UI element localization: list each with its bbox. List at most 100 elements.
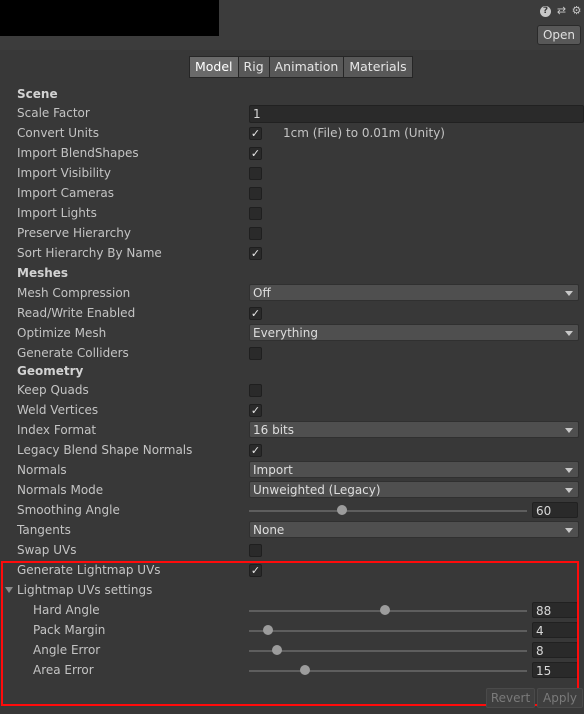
row-tangents: Tangents None (0, 521, 584, 541)
field-label: Sort Hierarchy By Name (17, 246, 162, 260)
smoothing-angle-input[interactable]: 60 (532, 502, 578, 518)
row-mesh-compression: Mesh Compression Off (0, 284, 584, 304)
revert-button[interactable]: Revert (486, 688, 535, 708)
pack-margin-slider-track[interactable] (249, 630, 527, 632)
mesh-compression-dropdown[interactable]: Off (249, 284, 579, 301)
sort-hierarchy-checkbox[interactable]: ✓ (249, 247, 262, 260)
scale-factor-input[interactable]: 1 (249, 105, 584, 123)
chevron-down-icon (565, 468, 573, 473)
row-keep-quads: Keep Quads (0, 381, 584, 401)
field-label: Optimize Mesh (17, 326, 107, 340)
hard-angle-input[interactable]: 88 (532, 602, 578, 618)
apply-button[interactable]: Apply (537, 688, 583, 708)
preset-icon[interactable]: ⇄ (555, 4, 568, 17)
row-generate-lightmap-uvs: Generate Lightmap UVs ✓ (0, 561, 584, 581)
field-label: Weld Vertices (17, 403, 99, 417)
row-area-error: Area Error 15 (0, 661, 584, 681)
index-format-dropdown[interactable]: 16 bits (249, 421, 579, 438)
tab-animation[interactable]: Animation (268, 56, 344, 78)
row-import-blendshapes: Import BlendShapes ✓ (0, 144, 584, 164)
chevron-down-icon (565, 291, 573, 296)
generate-lightmap-checkbox[interactable]: ✓ (249, 564, 262, 577)
row-weld-vertices: Weld Vertices ✓ (0, 401, 584, 421)
gear-icon[interactable]: ⚙ (570, 4, 583, 17)
section-title: Meshes (17, 266, 69, 280)
area-error-slider-handle[interactable] (299, 665, 310, 675)
area-error-slider-track[interactable] (249, 670, 527, 672)
row-normals: Normals Import (0, 461, 584, 481)
keep-quads-checkbox[interactable] (249, 384, 262, 397)
import-cameras-checkbox[interactable] (249, 187, 262, 200)
section-title: Geometry (17, 364, 84, 378)
field-label: Generate Lightmap UVs (17, 563, 161, 577)
field-label: Legacy Blend Shape Normals (17, 443, 193, 457)
field-label: Index Format (17, 423, 97, 437)
row-angle-error: Angle Error 8 (0, 641, 584, 661)
row-sort-hierarchy: Sort Hierarchy By Name ✓ (0, 244, 584, 264)
row-normals-mode: Normals Mode Unweighted (Legacy) (0, 481, 584, 501)
hard-angle-slider-handle[interactable] (379, 605, 390, 615)
lightmap-settings-foldout[interactable]: Lightmap UVs settings (0, 581, 584, 601)
pack-margin-input[interactable]: 4 (532, 622, 578, 638)
tab-model[interactable]: Model (189, 56, 238, 78)
row-import-visibility: Import Visibility (0, 164, 584, 184)
read-write-checkbox[interactable]: ✓ (249, 307, 262, 320)
open-button[interactable]: Open (537, 25, 581, 45)
legacy-blend-checkbox[interactable]: ✓ (249, 444, 262, 457)
chevron-down-icon (565, 428, 573, 433)
row-scale-factor: Scale Factor 1 (0, 104, 584, 124)
angle-error-input[interactable]: 8 (532, 642, 578, 658)
preserve-hierarchy-checkbox[interactable] (249, 227, 262, 240)
field-label: Normals (17, 463, 67, 477)
area-error-input[interactable]: 15 (532, 662, 578, 678)
row-pack-margin: Pack Margin 4 (0, 621, 584, 641)
field-label: Pack Margin (33, 623, 106, 637)
help-icon[interactable]: ? (539, 3, 552, 17)
angle-error-slider-track[interactable] (249, 650, 527, 652)
field-label: Convert Units (17, 126, 99, 140)
inspector-header: ? ⇄ ⚙ Open (0, 0, 584, 50)
section-meshes: Meshes (0, 264, 584, 284)
section-title: Scene (17, 87, 58, 101)
field-label: Area Error (33, 663, 94, 677)
convert-units-checkbox[interactable]: ✓ (249, 127, 262, 140)
field-label: Swap UVs (17, 543, 77, 557)
import-lights-checkbox[interactable] (249, 207, 262, 220)
generate-colliders-checkbox[interactable] (249, 347, 262, 360)
tab-materials[interactable]: Materials (343, 56, 413, 78)
convert-units-note: 1cm (File) to 0.01m (Unity) (283, 126, 445, 140)
row-preserve-hierarchy: Preserve Hierarchy (0, 224, 584, 244)
field-label: Normals Mode (17, 483, 104, 497)
field-label: Read/Write Enabled (17, 306, 136, 320)
field-label: Preserve Hierarchy (17, 226, 131, 240)
field-label: Angle Error (33, 643, 101, 657)
normals-dropdown[interactable]: Import (249, 461, 579, 478)
field-label: Import Lights (17, 206, 97, 220)
row-read-write: Read/Write Enabled ✓ (0, 304, 584, 324)
tangents-dropdown[interactable]: None (249, 521, 579, 538)
section-geometry: Geometry (0, 362, 584, 382)
smoothing-angle-slider-handle[interactable] (336, 505, 347, 515)
field-label: Import BlendShapes (17, 146, 139, 160)
field-label: Tangents (17, 523, 71, 537)
foldout-label: Lightmap UVs settings (17, 583, 153, 597)
field-label: Scale Factor (17, 106, 90, 120)
field-label: Import Cameras (17, 186, 114, 200)
importer-tabs: Model Rig Animation Materials (189, 56, 413, 78)
smoothing-angle-slider-track[interactable] (249, 510, 527, 512)
row-import-cameras: Import Cameras (0, 184, 584, 204)
row-import-lights: Import Lights (0, 204, 584, 224)
foldout-arrow-icon[interactable] (5, 587, 13, 593)
import-blendshapes-checkbox[interactable]: ✓ (249, 147, 262, 160)
weld-vertices-checkbox[interactable]: ✓ (249, 404, 262, 417)
optimize-mesh-dropdown[interactable]: Everything (249, 324, 579, 341)
pack-margin-slider-handle[interactable] (262, 625, 273, 635)
asset-preview-area (0, 0, 219, 36)
tab-rig[interactable]: Rig (237, 56, 269, 78)
import-visibility-checkbox[interactable] (249, 167, 262, 180)
angle-error-slider-handle[interactable] (271, 645, 282, 655)
swap-uvs-checkbox[interactable] (249, 544, 262, 557)
field-label: Generate Colliders (17, 346, 129, 360)
field-label: Import Visibility (17, 166, 111, 180)
normals-mode-dropdown[interactable]: Unweighted (Legacy) (249, 481, 579, 498)
